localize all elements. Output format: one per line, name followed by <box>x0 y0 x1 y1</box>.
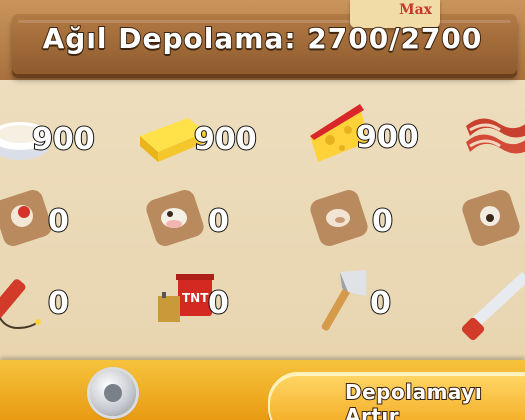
bacon-icon <box>462 96 525 180</box>
item-count: 0 <box>47 203 70 240</box>
item-count: 900 <box>193 121 258 158</box>
token-icon <box>90 370 136 416</box>
max-label: Max <box>399 2 432 18</box>
storage-title: Ağıl Depolama: 2700/2700 <box>42 21 483 56</box>
item-butter[interactable]: 900 <box>136 98 266 182</box>
item-count: 0 <box>47 285 70 322</box>
saw-icon <box>462 262 525 346</box>
item-count: 0 <box>207 203 230 240</box>
item-cheese[interactable]: 900 <box>302 96 432 180</box>
storage-screen: Max Ağıl Depolama: 2700/2700 900 900 900… <box>0 0 525 420</box>
item-count: 0 <box>369 285 392 322</box>
svg-text:TNT: TNT <box>182 291 209 305</box>
item-axe[interactable]: 0 <box>302 262 432 346</box>
sheep-sack-icon <box>462 180 525 264</box>
item-count: 0 <box>371 203 394 240</box>
item-count: 0 <box>207 285 230 322</box>
item-dynamite[interactable]: 0 <box>0 262 124 346</box>
item-saw[interactable] <box>462 262 525 346</box>
item-chicken-sack[interactable]: 0 <box>0 180 124 264</box>
item-count: 900 <box>355 119 420 156</box>
item-cow-sack[interactable]: 0 <box>146 180 276 264</box>
item-tnt-bucket[interactable]: TNT 0 <box>152 262 282 346</box>
item-sheep-sack[interactable] <box>462 180 525 264</box>
item-cream[interactable]: 900 <box>0 98 126 182</box>
item-count: 900 <box>31 121 96 158</box>
item-bacon[interactable] <box>462 96 525 180</box>
item-pig-sack[interactable]: 0 <box>310 180 440 264</box>
expand-storage-label: Depolamayı Artır <box>344 379 483 420</box>
